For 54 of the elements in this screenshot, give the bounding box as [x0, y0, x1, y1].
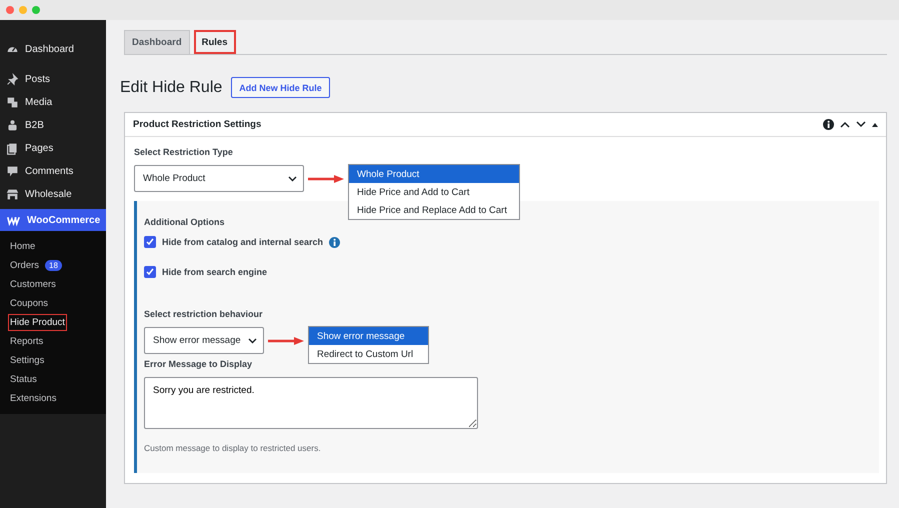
- menu-icon: [6, 119, 19, 132]
- submenu-item[interactable]: Home: [8, 238, 38, 255]
- submenu-item[interactable]: Extensions: [8, 390, 58, 407]
- sidebar-item[interactable]: Wholesale: [0, 183, 106, 206]
- message-field[interactable]: Sorry you are restricted.: [144, 377, 478, 429]
- checkbox-label: Hide from search engine: [162, 267, 268, 277]
- dropdown-option[interactable]: Hide Price and Replace Add to Cart: [349, 201, 519, 219]
- move-down-icon[interactable]: [856, 121, 866, 128]
- tab[interactable]: Dashboard: [124, 30, 190, 54]
- submenu-item[interactable]: Hide Product: [8, 314, 67, 331]
- dropdown-option[interactable]: Hide Price and Add to Cart: [349, 183, 519, 201]
- dropdown-option[interactable]: Show error message: [309, 327, 428, 345]
- sidebar-item-active[interactable]: WooCommerce: [0, 209, 106, 231]
- checkbox[interactable]: [144, 236, 156, 248]
- submenu-item[interactable]: Coupons: [8, 295, 50, 312]
- info-icon[interactable]: [823, 119, 834, 130]
- chevron-icon: [288, 176, 297, 182]
- menu-icon: [6, 73, 19, 86]
- sidebar-item[interactable]: Dashboard: [0, 38, 106, 61]
- sidebar-item[interactable]: Comments: [0, 160, 106, 183]
- checkbox-label: Hide from catalog and internal search: [162, 237, 324, 247]
- field-label: Select restriction behaviour: [144, 309, 264, 319]
- sidebar-item[interactable]: Media: [0, 91, 106, 114]
- card-title: Product Restriction Settings: [133, 119, 262, 130]
- arrow-drawing: [268, 337, 304, 345]
- dropdown-select[interactable]: Whole Product: [134, 165, 304, 192]
- dropdown-option[interactable]: Redirect to Custom Url: [309, 345, 428, 363]
- help-text: Custom message to display to restricted users.: [144, 443, 322, 453]
- field-label: Error Message to Display: [144, 359, 254, 369]
- arrow-drawing: [308, 175, 344, 183]
- field-label: Select Restriction Type: [134, 147, 234, 157]
- sidebar-item[interactable]: Pages: [0, 137, 106, 160]
- submenu-item[interactable]: Orders: [8, 257, 42, 274]
- sidebar-item[interactable]: B2B: [0, 114, 106, 137]
- count-badge: 18: [45, 260, 62, 271]
- collapse-icon[interactable]: [872, 122, 878, 126]
- submenu-item[interactable]: Settings: [8, 352, 46, 369]
- menu-icon: [6, 165, 19, 178]
- add-rule-button[interactable]: Add New Hide Rule: [231, 77, 330, 98]
- menu-icon: [6, 142, 19, 155]
- tab[interactable]: Rules: [194, 30, 236, 54]
- submenu-item[interactable]: Reports: [8, 333, 46, 350]
- dropdown-select[interactable]: Show error message: [144, 327, 264, 354]
- menu-icon: [6, 96, 19, 109]
- menu-icon: [6, 188, 19, 201]
- checkbox[interactable]: [144, 266, 156, 278]
- submenu-item[interactable]: Customers: [8, 276, 58, 293]
- move-up-icon[interactable]: [840, 121, 850, 128]
- submenu-item[interactable]: Status: [8, 371, 39, 388]
- dropdown-option[interactable]: Whole Product: [349, 165, 519, 183]
- section-label: Additional Options: [144, 217, 226, 227]
- sidebar-item[interactable]: Posts: [0, 68, 106, 91]
- page-title: Edit Hide Rule: [120, 78, 222, 96]
- chevron-icon: [248, 338, 257, 344]
